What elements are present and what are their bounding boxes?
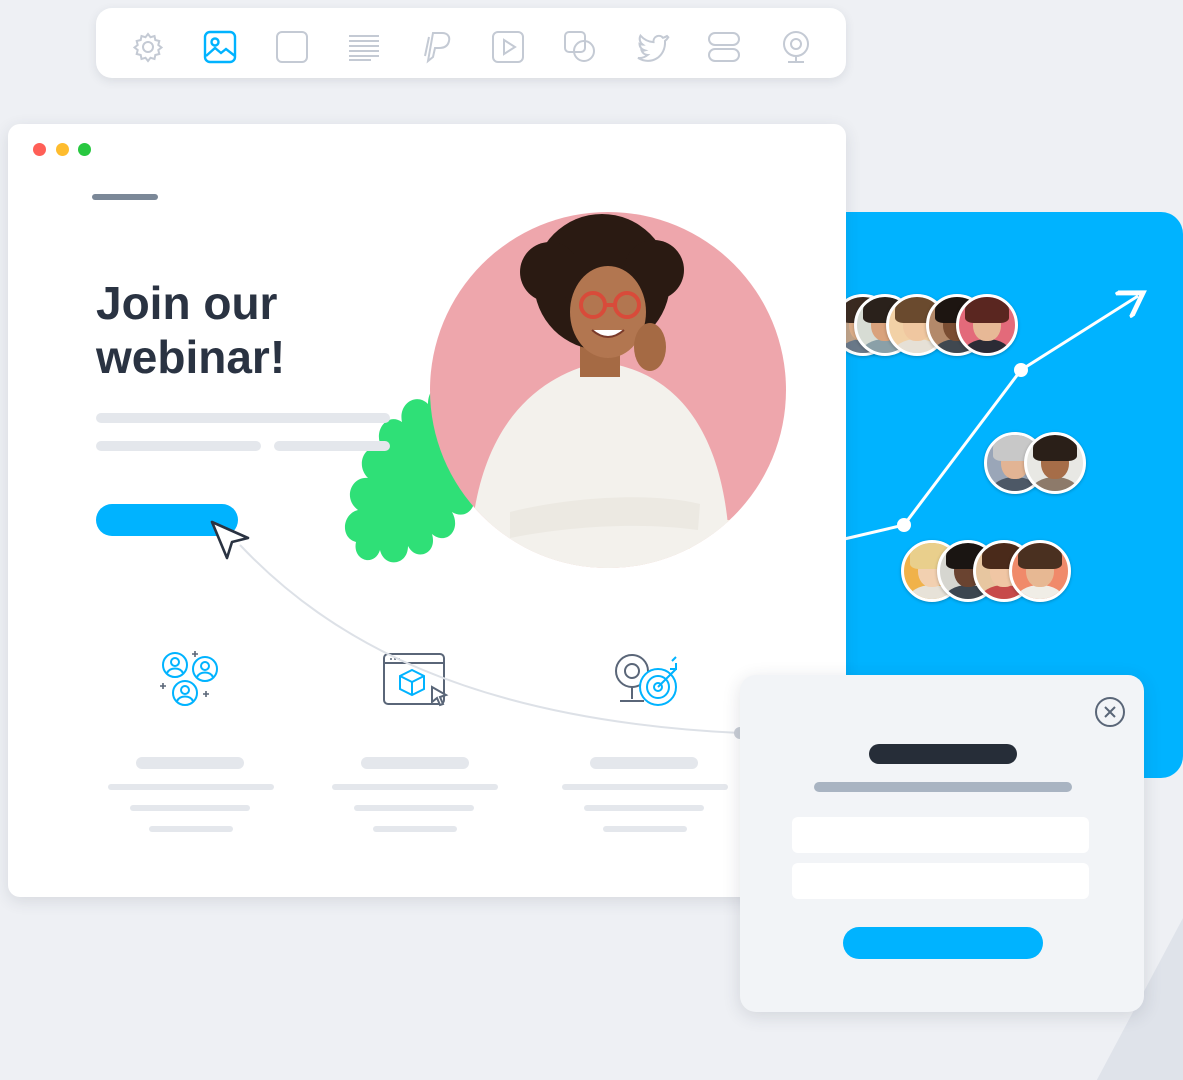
avatar-group-top	[832, 294, 1022, 356]
subtitle-line-placeholder	[96, 441, 261, 451]
twitter-icon[interactable]	[634, 29, 670, 65]
square-icon[interactable]	[274, 29, 310, 65]
image-icon[interactable]	[202, 29, 238, 65]
feature-text-placeholder	[584, 805, 704, 811]
avatar	[956, 294, 1018, 356]
subtitle-line-placeholder	[96, 413, 390, 423]
close-icon[interactable]	[1094, 696, 1126, 728]
avatar-group-middle	[984, 432, 1086, 494]
window-close-button[interactable]	[33, 143, 46, 156]
popup-subtitle-placeholder	[814, 782, 1072, 792]
chart-point	[897, 518, 911, 532]
feature-text-placeholder	[373, 826, 457, 832]
avatar	[1024, 432, 1086, 494]
video-play-icon[interactable]	[490, 29, 526, 65]
feature-text-placeholder	[332, 784, 498, 790]
window-maximize-button[interactable]	[78, 143, 91, 156]
feature-title-placeholder	[361, 757, 469, 769]
headline-line-1: Join our	[96, 277, 278, 329]
feature-title-placeholder	[136, 757, 244, 769]
text-lines-icon[interactable]	[346, 29, 382, 65]
shapes-icon[interactable]	[562, 29, 598, 65]
webcam-icon[interactable]	[778, 29, 814, 65]
headline-line-2: webinar!	[96, 331, 286, 383]
avatar	[1009, 540, 1071, 602]
window-minimize-button[interactable]	[56, 143, 69, 156]
subtitle-line-placeholder	[274, 441, 390, 451]
register-button[interactable]	[96, 504, 238, 536]
paypal-icon[interactable]	[418, 29, 454, 65]
name-field[interactable]	[792, 817, 1089, 853]
layout-blocks-icon[interactable]	[706, 29, 742, 65]
element-toolbar	[96, 8, 846, 78]
feature-title-placeholder	[590, 757, 698, 769]
signup-popup	[740, 675, 1144, 1012]
submit-button[interactable]	[843, 927, 1043, 959]
feature-text-placeholder	[130, 805, 250, 811]
feature-text-placeholder	[354, 805, 474, 811]
speaker-photo	[430, 212, 786, 568]
settings-icon[interactable]	[130, 29, 166, 65]
feature-text-placeholder	[149, 826, 233, 832]
browser-window: Join our webinar!	[8, 124, 846, 897]
popup-title-placeholder	[869, 744, 1017, 764]
users-group-icon	[155, 647, 225, 717]
feature-text-placeholder	[603, 826, 687, 832]
chart-point	[1014, 363, 1028, 377]
logo-placeholder	[92, 194, 158, 200]
3d-box-cursor-icon	[380, 647, 450, 717]
feature-text-placeholder	[562, 784, 728, 790]
webcam-target-icon	[610, 647, 680, 717]
feature-text-placeholder	[108, 784, 274, 790]
email-field[interactable]	[792, 863, 1089, 899]
avatar-group-bottom	[901, 540, 1071, 602]
